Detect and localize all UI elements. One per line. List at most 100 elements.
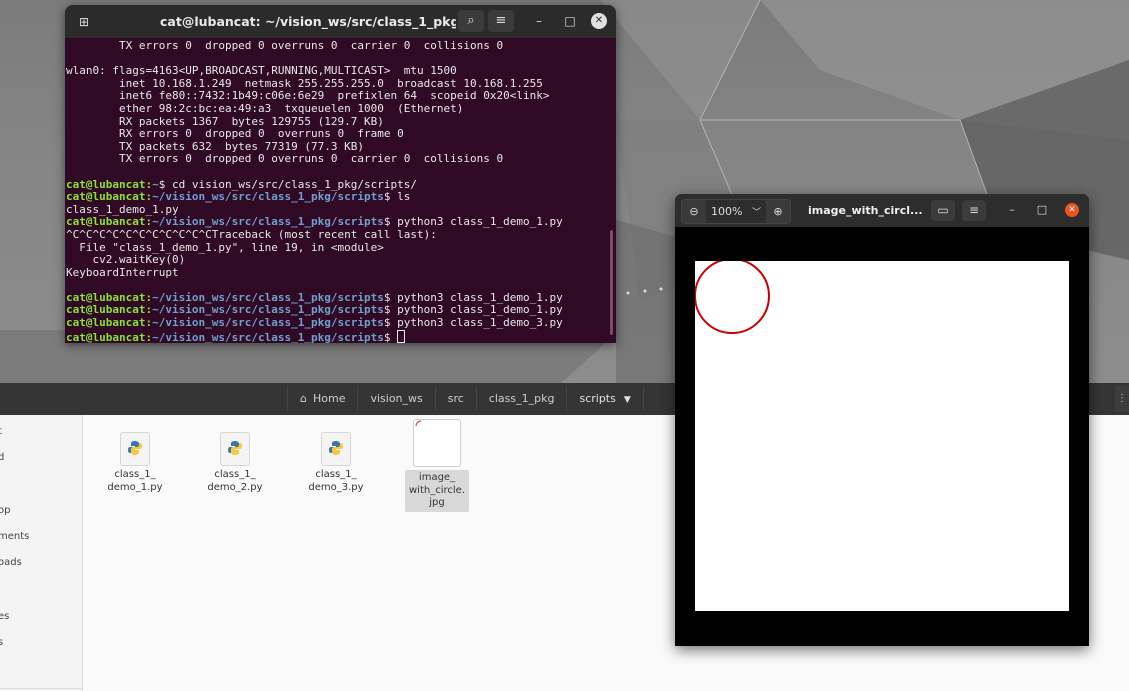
minimize-button[interactable]: –	[531, 13, 547, 29]
prompt-path: ~/vision_ws/src/class_1_pkg/scripts	[152, 290, 384, 304]
zoom-out-button[interactable]: ⊖	[682, 200, 706, 223]
close-button[interactable]: ✕	[591, 13, 607, 29]
new-tab-icon: ⊞	[78, 15, 90, 29]
sidebar-item-videos[interactable]: s	[0, 637, 3, 648]
command-text: $ ls	[383, 190, 411, 204]
command-text: $	[383, 330, 398, 343]
search-button[interactable]: ⌕	[458, 10, 484, 32]
prompt-user: cat@lubancat:	[66, 177, 153, 191]
terminal-line: wlan0: flags=4163<UP,BROADCAST,RUNNING,M…	[66, 64, 457, 78]
prompt-user: cat@lubancat:	[66, 303, 153, 317]
view-options-button[interactable]: ⋮	[1115, 386, 1129, 412]
viewer-titlebar[interactable]: ⊖ 100% ﹀ ⊕ image_with_circl... ▭ ≡ – □ ✕	[675, 194, 1089, 227]
prompt-path: ~/vision_ws/src/class_1_pkg/scripts	[152, 190, 384, 204]
terminal-line: cat@lubancat:~/vision_ws/src/class_1_pkg…	[66, 190, 616, 204]
viewer-menu-button[interactable]: ≡	[962, 200, 986, 221]
breadcrumb-src[interactable]: src	[436, 386, 477, 412]
terminal-line: ^C^C^C^C^C^C^C^C^C^C^CTraceback (most re…	[66, 227, 437, 241]
terminal-line: TX errors 0 dropped 0 overruns 0 carrier…	[66, 39, 504, 52]
minimize-button[interactable]: –	[1005, 203, 1019, 217]
file-item[interactable]: class_1_ demo_3.py	[304, 432, 368, 494]
prompt-path: ~/vision_ws/src/class_1_pkg/scripts	[152, 215, 384, 229]
command-text: $ python3 class_1_demo_1.py	[383, 290, 563, 304]
terminal-output[interactable]: TX errors 0 dropped 0 overruns 0 carrier…	[65, 38, 616, 343]
text-cursor	[397, 329, 406, 343]
breadcrumb-home[interactable]: ⌂ Home	[287, 386, 359, 412]
chevron-down-icon: ▼	[623, 395, 631, 405]
file-item[interactable]: class_1_ demo_1.py	[103, 432, 167, 494]
maximize-icon: □	[564, 14, 576, 28]
command-text: $ cd vision_ws/src/class_1_pkg/scripts/	[158, 177, 417, 191]
menu-button[interactable]: ≡	[488, 10, 514, 32]
breadcrumb-class-1-pkg[interactable]: class_1_pkg	[477, 386, 568, 412]
minimize-icon: –	[536, 14, 542, 28]
red-circle	[695, 261, 770, 334]
python-file-icon	[120, 432, 150, 466]
home-icon: ⌂	[300, 392, 307, 405]
terminal-line: ether 98:2c:bc:ea:49:a3 txqueuelen 1000 …	[66, 101, 464, 115]
image-thumbnail-icon	[413, 419, 461, 467]
minimize-icon: –	[1009, 203, 1015, 216]
command-text: $ python3 class_1_demo_3.py	[383, 316, 563, 330]
close-button[interactable]: ✕	[1065, 203, 1079, 217]
sidebar-item-downloads[interactable]: oads	[0, 557, 22, 568]
sidebar-item-starred[interactable]: d	[0, 452, 4, 463]
prompt-path: ~/vision_ws/src/class_1_pkg/scripts	[152, 330, 384, 343]
sidebar: t d op ments oads es s	[0, 415, 83, 691]
file-name: class_1_ demo_2.py	[207, 469, 263, 493]
prompt-path: ~/vision_ws/src/class_1_pkg/scripts	[152, 316, 384, 330]
sidebar-item-pictures[interactable]: es	[0, 611, 9, 622]
gallery-button[interactable]: ▭	[931, 200, 955, 221]
maximize-button[interactable]: □	[1035, 203, 1049, 217]
terminal-line: cat@lubancat:~/vision_ws/src/class_1_pkg…	[66, 316, 616, 330]
chevron-down-icon: ﹀	[751, 208, 761, 218]
image-viewer-window: ⊖ 100% ﹀ ⊕ image_with_circl... ▭ ≡ – □ ✕	[675, 194, 1089, 646]
prompt-path: ~/vision_ws/src/class_1_pkg/scripts	[152, 303, 384, 317]
file-name: class_1_ demo_1.py	[107, 469, 163, 493]
sidebar-item-recent[interactable]: t	[0, 426, 2, 437]
terminal-line: cv2.waitKey(0)	[66, 253, 186, 267]
file-name: class_1_ demo_3.py	[308, 469, 364, 493]
zoom-out-icon: ⊖	[689, 205, 699, 218]
hamburger-menu-icon: ≡	[968, 203, 980, 217]
sidebar-item-desktop[interactable]: op	[0, 505, 10, 516]
zoom-controls: ⊖ 100% ﹀ ⊕	[681, 199, 791, 224]
gallery-icon: ▭	[937, 203, 949, 217]
terminal-line: TX errors 0 dropped 0 overruns 0 carrier…	[66, 152, 504, 166]
breadcrumb-vision-ws[interactable]: vision_ws	[358, 386, 436, 412]
terminal-window: ⊞ cat@lubancat: ~/vision_ws/src/class_1_…	[65, 5, 616, 343]
terminal-line: cat@lubancat:~/vision_ws/src/class_1_pkg…	[66, 329, 616, 343]
terminal-line: RX errors 0 dropped 0 overruns 0 frame 0	[66, 127, 404, 141]
zoom-level[interactable]: 100% ﹀	[706, 200, 766, 223]
zoom-in-button[interactable]: ⊕	[766, 200, 790, 223]
breadcrumb: ⌂ Home vision_ws src class_1_pkg scripts ▼	[287, 386, 644, 412]
image-canvas[interactable]	[695, 261, 1069, 611]
close-icon: ✕	[1068, 205, 1076, 215]
displayed-image	[695, 261, 770, 334]
terminal-titlebar[interactable]: ⊞ cat@lubancat: ~/vision_ws/src/class_1_…	[65, 5, 616, 38]
prompt-path: ~	[152, 177, 159, 191]
search-icon: ⌕	[467, 13, 475, 28]
terminal-scrollbar[interactable]	[610, 230, 613, 335]
prompt-user: cat@lubancat:	[66, 290, 153, 304]
python-file-icon	[220, 432, 250, 466]
command-text: $ python3 class_1_demo_1.py	[383, 215, 563, 229]
maximize-icon: □	[1036, 203, 1048, 216]
hamburger-menu-icon: ≡	[495, 13, 507, 28]
window-title: cat@lubancat: ~/vision_ws/src/class_1_pk…	[160, 14, 456, 29]
sidebar-item-documents[interactable]: ments	[0, 531, 29, 542]
new-tab-button[interactable]: ⊞	[73, 12, 95, 32]
zoom-in-icon: ⊕	[773, 205, 783, 218]
grid-icon: ⋮	[1117, 393, 1127, 404]
file-item-selected[interactable]: image_ with_circle. jpg	[405, 419, 469, 512]
prompt-user: cat@lubancat:	[66, 316, 153, 330]
command-text: $ python3 class_1_demo_1.py	[383, 303, 563, 317]
file-item[interactable]: class_1_ demo_2.py	[203, 432, 267, 494]
close-icon: ✕	[594, 15, 604, 26]
terminal-line: KeyboardInterrupt	[66, 265, 179, 279]
python-file-icon	[321, 432, 351, 466]
maximize-button[interactable]: □	[562, 13, 578, 29]
breadcrumb-scripts[interactable]: scripts ▼	[567, 386, 644, 412]
prompt-user: cat@lubancat:	[66, 330, 153, 343]
viewer-title: image_with_circl...	[808, 204, 923, 217]
